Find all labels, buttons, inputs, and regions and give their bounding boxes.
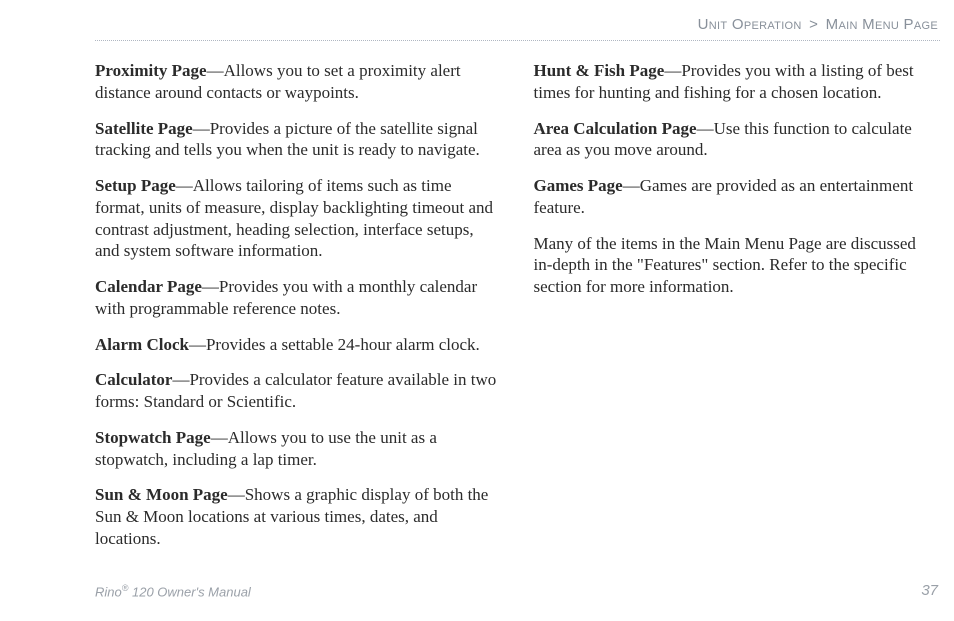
breadcrumb-page: Main Menu Page xyxy=(826,16,938,33)
list-item: Alarm Clock—Provides a settable 24-hour … xyxy=(95,334,500,356)
item-term: Stopwatch Page xyxy=(95,428,211,447)
item-term: Area Calculation Page xyxy=(534,119,697,138)
list-item: Stopwatch Page—Allows you to use the uni… xyxy=(95,427,500,471)
item-term: Proximity Page xyxy=(95,61,207,80)
footer-product-suffix: 120 Owner's Manual xyxy=(128,584,250,599)
manual-page: Unit Operation > Main Menu Page Proximit… xyxy=(0,0,954,621)
list-item: Hunt & Fish Page—Provides you with a lis… xyxy=(534,60,939,104)
page-number: 37 xyxy=(921,582,938,599)
item-term: Sun & Moon Page xyxy=(95,485,228,504)
breadcrumb-section: Unit Operation xyxy=(698,16,802,33)
header-divider xyxy=(95,40,940,41)
item-term: Alarm Clock xyxy=(95,335,189,354)
breadcrumb-sep: > xyxy=(806,16,821,33)
list-item: Satellite Page—Provides a picture of the… xyxy=(95,118,500,162)
list-item: Setup Page—Allows tailoring of items suc… xyxy=(95,175,500,262)
content-columns: Proximity Page—Allows you to set a proxi… xyxy=(95,60,938,571)
list-item: Calculator—Provides a calculator feature… xyxy=(95,369,500,413)
list-item: Games Page—Games are provided as an ente… xyxy=(534,175,939,219)
item-desc: —Provides a settable 24-hour alarm clock… xyxy=(189,335,480,354)
item-term: Calculator xyxy=(95,370,172,389)
list-item: Proximity Page—Allows you to set a proxi… xyxy=(95,60,500,104)
item-term: Calendar Page xyxy=(95,277,202,296)
list-item: Sun & Moon Page—Shows a graphic display … xyxy=(95,484,500,549)
closing-note: Many of the items in the Main Menu Page … xyxy=(534,233,939,298)
item-term: Games Page xyxy=(534,176,623,195)
item-term: Hunt & Fish Page xyxy=(534,61,665,80)
list-item: Area Calculation Page—Use this function … xyxy=(534,118,939,162)
item-term: Satellite Page xyxy=(95,119,193,138)
item-term: Setup Page xyxy=(95,176,176,195)
footer-product: Rino® 120 Owner's Manual xyxy=(95,583,251,599)
list-item: Calendar Page—Provides you with a monthl… xyxy=(95,276,500,320)
footer-product-prefix: Rino xyxy=(95,584,122,599)
breadcrumb: Unit Operation > Main Menu Page xyxy=(698,16,938,33)
